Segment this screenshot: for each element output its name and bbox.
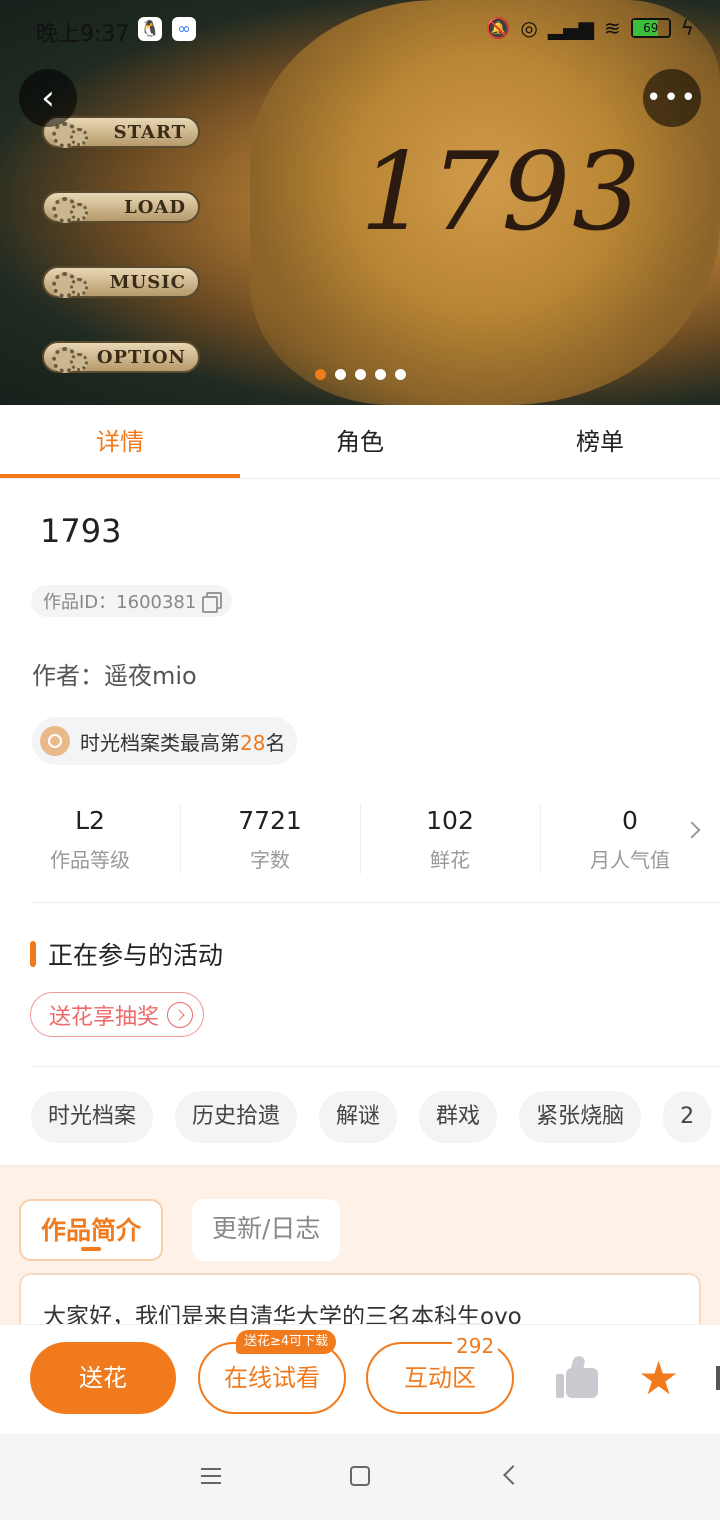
author-line[interactable]: 作者：遥夜mio [32, 656, 197, 691]
divider [30, 1066, 720, 1067]
stat-word-count: 7721 字数 [180, 800, 360, 878]
carousel-dot [355, 369, 366, 380]
stat-level: L2 作品等级 [50, 806, 130, 872]
battery-icon: 69 [630, 18, 671, 38]
tab-details[interactable]: 详情 [0, 405, 240, 478]
circle-arrow-right-icon [167, 1001, 194, 1028]
carousel-dot [395, 369, 406, 380]
tag-chip[interactable]: 群戏 [419, 1091, 498, 1143]
mute-icon: 🔕 [485, 16, 511, 40]
detail-tabs: 详情 角色 榜单 [0, 405, 720, 479]
app-notification-icon: ∞ [172, 17, 196, 41]
carousel-dot [375, 369, 386, 380]
tab-characters[interactable]: 角色 [240, 405, 480, 478]
thumbs-up-icon[interactable] [556, 1354, 600, 1398]
clock-icon [40, 726, 70, 756]
gear-icon [48, 268, 90, 298]
tag-chip[interactable]: 紧张烧脑 [519, 1091, 642, 1143]
carousel-indicator [315, 369, 406, 380]
gear-icon [48, 343, 90, 373]
work-id-pill[interactable]: 作品ID：1600381 [31, 585, 233, 617]
tag-chip[interactable]: 解谜 [319, 1091, 398, 1143]
tab-update-log[interactable]: 更新/日志 [192, 1199, 341, 1261]
divider [30, 902, 720, 903]
menu-icon[interactable] [201, 1468, 221, 1484]
star-icon[interactable]: ★ [638, 1355, 679, 1401]
banner-option-graphic: OPTION [42, 341, 200, 373]
send-flower-button[interactable]: 送花 [30, 1342, 176, 1414]
qq-icon: 🐧 [138, 17, 162, 41]
tag-chip[interactable]: 2 [663, 1091, 712, 1143]
banner-title: 1793 [360, 130, 643, 255]
banner-music-graphic: MUSIC [42, 266, 200, 298]
gear-icon [48, 193, 90, 223]
tab-rankings[interactable]: 榜单 [480, 405, 720, 478]
chevron-left-icon: ‹ [41, 78, 55, 118]
forum-count-badge: 292 [452, 1334, 499, 1358]
tab-intro[interactable]: 作品简介 [19, 1199, 164, 1261]
status-bar: 晚上9:37 🐧 ∞ 🔕 ◎ ▂▄▆ ≋ 69 ϟ [0, 0, 720, 60]
wifi-icon: ≋ [604, 16, 621, 40]
signal-icon: ▂▄▆ [547, 16, 595, 40]
rank-badge[interactable]: 时光档案类最高第28名 [32, 717, 298, 765]
more-actions-edge[interactable] [716, 1366, 720, 1390]
tag-chip[interactable]: 时光档案 [31, 1091, 154, 1143]
banner-load-graphic: LOAD [42, 191, 200, 223]
stat-flowers: 102 鲜花 [360, 800, 540, 878]
carousel-dot [315, 369, 326, 380]
back-button[interactable]: ‹ [19, 69, 77, 127]
trial-badge: 送花≥4可下载 [236, 1330, 337, 1354]
tag-list: 时光档案 历史拾遗 解谜 群戏 紧张烧脑 2 [31, 1091, 712, 1143]
home-icon[interactable] [350, 1466, 370, 1486]
carousel-dot [335, 369, 346, 380]
copy-icon[interactable] [202, 592, 223, 613]
stat-monthly-popularity: 0 月人气值 [540, 800, 720, 878]
work-title: 1793 [40, 512, 122, 550]
heading-accent-bar [30, 941, 36, 967]
rank-text: 时光档案类最高第28名 [80, 730, 286, 755]
stats-row[interactable]: L2 作品等级 7721 字数 102 鲜花 0 月人气值 [0, 800, 720, 878]
activity-flower-lottery[interactable]: 送花享抽奖 [30, 992, 205, 1037]
banner-carousel[interactable]: 1793 START LOAD MUSIC OPTION [0, 0, 720, 405]
charging-icon: ϟ [680, 16, 694, 40]
more-dots-icon: ••• [645, 83, 698, 113]
work-id-text: 作品ID：1600381 [43, 592, 197, 613]
more-button[interactable]: ••• [643, 69, 701, 127]
alarm-icon: ◎ [520, 16, 538, 40]
tag-chip[interactable]: 历史拾遗 [175, 1091, 298, 1143]
status-time: 晚上9:37 [36, 22, 130, 47]
activities-heading: 正在参与的活动 [30, 936, 223, 972]
